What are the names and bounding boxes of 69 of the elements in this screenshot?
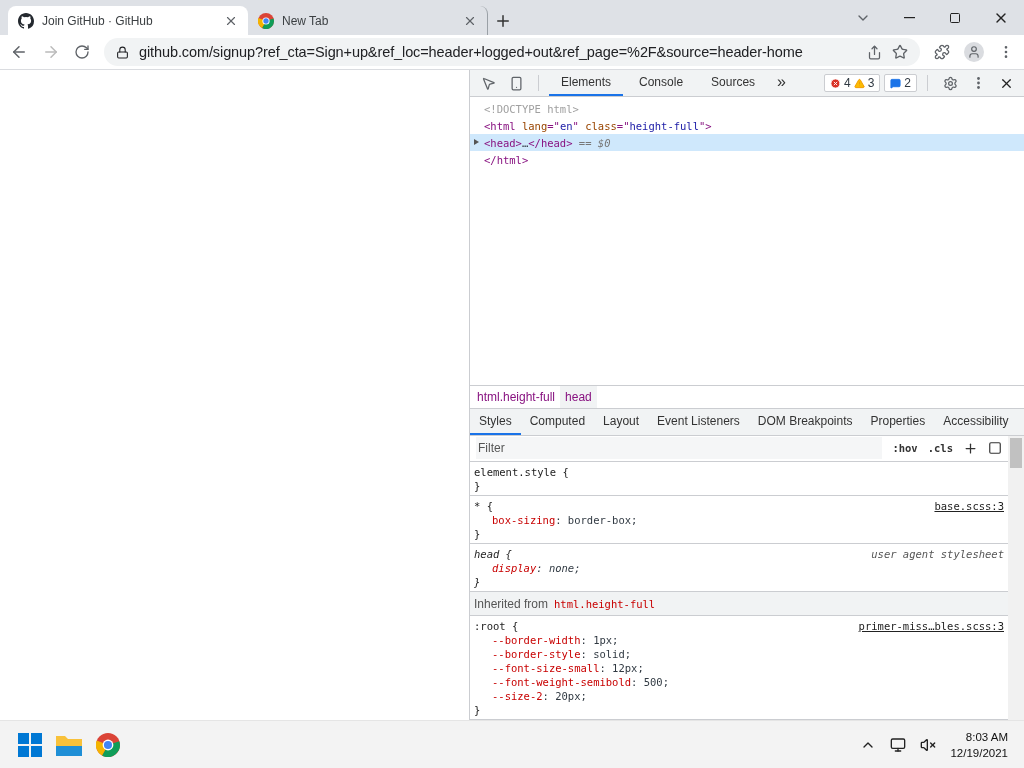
panel-tab[interactable]: Computed xyxy=(520,408,595,435)
tab-title: Join GitHub · GitHub xyxy=(42,13,154,28)
rule-source: user agent stylesheet xyxy=(871,547,1004,562)
panel-tab[interactable]: DOM Breakpoints xyxy=(748,408,862,435)
issues-badge[interactable]: 4 3 xyxy=(823,74,881,92)
css-declaration[interactable]: --font-weight-semibold: 500; xyxy=(474,675,1004,689)
profile-button[interactable] xyxy=(964,42,984,62)
panel-tab[interactable]: Properties xyxy=(861,408,935,435)
css-declaration[interactable]: --size-2: 20px; xyxy=(474,689,1004,703)
network-icon[interactable] xyxy=(890,736,907,753)
more-tabs-button[interactable]: » xyxy=(771,70,792,96)
devtools-tab[interactable]: Console xyxy=(627,70,696,96)
volume-muted-icon[interactable] xyxy=(920,736,937,753)
browser-tab[interactable]: New Tab xyxy=(248,6,488,35)
share-button[interactable] xyxy=(867,44,882,60)
restore-icon xyxy=(949,11,961,24)
class-toggle[interactable]: .cls xyxy=(927,442,953,455)
new-rule-button[interactable] xyxy=(963,440,978,456)
sidebar-toggle-button[interactable] xyxy=(988,441,1002,456)
minimize-icon xyxy=(903,16,915,19)
chrome-icon xyxy=(258,12,274,29)
css-declaration[interactable]: --font-size-small: 12px; xyxy=(474,661,1004,675)
messages-badge[interactable]: 2 xyxy=(884,74,917,92)
octocat-icon xyxy=(18,12,34,29)
devtools-tab[interactable]: Sources xyxy=(699,70,768,96)
css-declaration[interactable]: --border-style: solid; xyxy=(474,647,1004,661)
person-icon xyxy=(967,45,981,59)
extensions-button[interactable] xyxy=(934,44,950,60)
clock-time[interactable]: 8:03 AM xyxy=(965,728,1008,745)
css-declaration[interactable]: box-sizing: border-box; xyxy=(474,513,1004,528)
dom-node-line[interactable]: </html> xyxy=(470,151,1024,168)
browser-tab[interactable]: Join GitHub · GitHub xyxy=(8,6,248,35)
address-bar[interactable]: github.com/signup?ref_cta=Sign+up&ref_loc=header+logged+out&ref_page=%2F&source=header-home xyxy=(104,38,920,66)
tab-title: New Tab xyxy=(282,13,330,28)
start-icon[interactable] xyxy=(18,732,42,757)
closing-brace: } xyxy=(474,479,482,494)
lock-icon xyxy=(116,45,129,59)
rule-selector: head { xyxy=(474,547,512,562)
closing-brace: } xyxy=(474,575,482,590)
back-button[interactable] xyxy=(10,43,28,61)
rule-selector: * { xyxy=(474,499,493,514)
hover-toggle[interactable]: :hov xyxy=(892,442,918,455)
reload-button[interactable] xyxy=(74,44,90,60)
inherited-label: Inherited from xyxy=(474,596,549,611)
panel-tab[interactable]: Styles xyxy=(470,408,521,435)
dom-node-line[interactable]: <html lang="en" class="height-full"> xyxy=(470,117,1024,134)
chrome-taskbar-icon[interactable] xyxy=(96,732,120,757)
folder-icon[interactable] xyxy=(56,733,82,756)
inherited-selector[interactable]: html.height-full xyxy=(554,597,656,610)
panel-tab[interactable]: Layout xyxy=(594,408,649,435)
rule-selector: element.style { xyxy=(474,465,569,480)
clock-date[interactable]: 12/19/2021 xyxy=(950,744,1008,761)
filter-field[interactable]: Filter xyxy=(476,437,883,460)
rule-selector: :root { xyxy=(474,619,519,633)
rule-source[interactable]: base.scss:3 xyxy=(934,499,1004,514)
css-declaration[interactable]: --border-width: 1px; xyxy=(474,633,1004,647)
breadcrumb[interactable]: head xyxy=(560,385,597,408)
css-declaration[interactable]: display: none; xyxy=(474,561,1004,576)
bookmark-button[interactable] xyxy=(892,44,908,60)
panel-tab[interactable]: Accessibility xyxy=(934,408,1018,435)
scrollbar[interactable] xyxy=(1008,435,1024,720)
url-text: github.com/signup?ref_cta=Sign+up&ref_loc=header+logged+out&ref_page=%2F&source=header-home xyxy=(139,44,804,60)
breadcrumb[interactable]: html.height-full xyxy=(472,385,561,408)
closing-brace: } xyxy=(474,527,482,542)
menu-icon xyxy=(976,77,980,89)
panel-tab[interactable]: Event Listeners xyxy=(648,408,749,435)
rule-source[interactable]: primer-miss…bles.scss:3 xyxy=(858,619,1004,633)
devtools-tab[interactable]: Elements xyxy=(549,70,624,96)
closing-brace: } xyxy=(474,703,482,717)
